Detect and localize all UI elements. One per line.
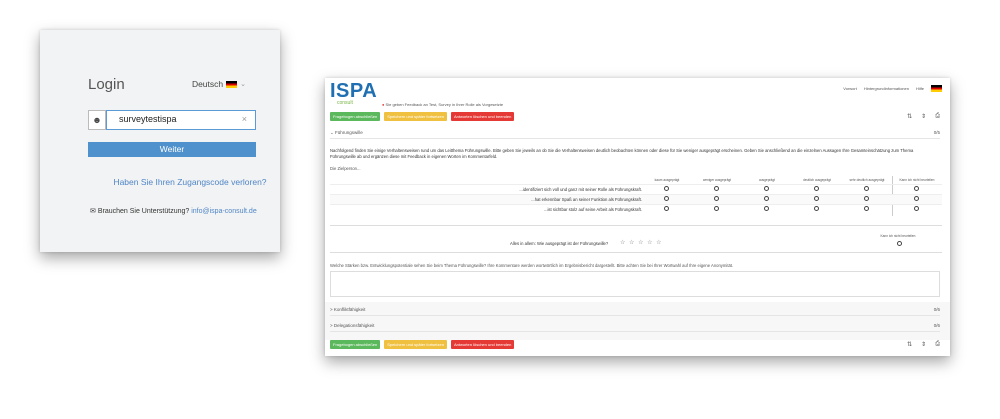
radio-option[interactable] (664, 196, 669, 201)
top-toolbar: ⇅ ⇕ ⎙ (907, 113, 940, 120)
section-konfliktfaehigkeit[interactable]: > Konfliktfähigkeit 0/6 (330, 307, 940, 316)
finish-button[interactable]: Fragebogen abschließen (330, 112, 381, 121)
top-link-vorwort[interactable]: Vorwort (843, 86, 857, 91)
radio-option[interactable] (864, 196, 869, 201)
radio-option[interactable] (814, 186, 819, 191)
section-score: 0/5 (933, 130, 940, 135)
statement-label: ...hat erkennbar Spaß an seiner Funktion… (531, 197, 642, 202)
col-header: Kann ich nicht beurteilen (899, 178, 935, 182)
bottom-toolbar: ⇅ ⇕ ⎙ (907, 341, 940, 348)
info-icon: ● (382, 102, 385, 107)
username-row: ☻ surveytestispa × (88, 110, 256, 130)
bottom-button-bar: Fragebogen abschließen Speichern und spä… (330, 340, 515, 349)
radio-option[interactable] (914, 186, 919, 191)
section-score: 0/6 (933, 323, 940, 328)
refresh-icon[interactable]: ⇅ (907, 113, 912, 120)
section-title: Konfliktfähigkeit (333, 307, 366, 312)
german-flag-icon (226, 80, 238, 88)
radio-option[interactable] (664, 206, 669, 211)
radio-option[interactable] (914, 196, 919, 201)
section-title: Führungswille (335, 130, 363, 135)
user-icon: ☻ (88, 110, 106, 130)
radio-option[interactable] (814, 196, 819, 201)
expand-icon[interactable]: ⇕ (921, 341, 926, 348)
german-flag-icon[interactable] (931, 85, 942, 92)
person-label: Die Zielperson... (330, 166, 361, 171)
login-title: Login (88, 76, 125, 93)
radio-option[interactable] (764, 186, 769, 191)
support-line: ✉ Brauchen Sie Unterstützung? info@ispa-… (90, 207, 257, 215)
section-delegationsfaehigkeit[interactable]: > Delegationsfähigkeit 0/6 (330, 323, 940, 332)
survey-window: ISPA consult ● Sie geben Feedback an Tes… (325, 78, 950, 356)
support-email-link[interactable]: info@ispa-consult.de (191, 208, 256, 215)
overall-rating: Kann ich nicht beurteilen Alles in allem… (330, 225, 942, 253)
save-later-button[interactable]: Speichern und später fortsetzen (384, 112, 447, 121)
language-selector[interactable]: Deutsch ⌄ (192, 79, 246, 89)
print-icon[interactable]: ⎙ (935, 341, 940, 348)
top-link-background[interactable]: Hintergrundinformationen (864, 86, 909, 91)
chevron-down-icon: ⌄ (240, 81, 246, 88)
finish-button[interactable]: Fragebogen abschließen (330, 340, 381, 349)
envelope-icon: ✉ (90, 208, 96, 215)
chevron-down-icon: ⌄ (330, 130, 334, 135)
login-card: Login Deutsch ⌄ ☻ surveytestispa × Weite… (40, 30, 280, 252)
delete-send-button[interactable]: Antworten löschen und beenden (450, 340, 515, 349)
ispa-logo: ISPA (330, 80, 378, 102)
statement-label: ...identifiziert sich voll und ganz mit … (519, 187, 642, 192)
header-info-text: Sie geben Feedback an Test, Survey in Ih… (385, 102, 504, 107)
refresh-icon[interactable]: ⇅ (907, 341, 912, 348)
language-label: Deutsch (191, 79, 224, 89)
radio-option[interactable] (714, 196, 719, 201)
radio-option[interactable] (897, 241, 902, 246)
table-row: ...ist sichtbar stolz auf seine Arbeit a… (330, 204, 942, 215)
submit-button[interactable]: Weiter (88, 142, 256, 157)
username-input[interactable]: surveytestispa × (106, 110, 256, 130)
intro-text: Nachfolgend finden Sie einige Verhaltens… (330, 148, 914, 159)
chevron-right-icon: > (330, 323, 333, 328)
star-rating[interactable]: ☆ ☆ ☆ ☆ ☆ (620, 239, 663, 246)
comment-question: Welche Stärken bzw. Entwicklungspotentia… (330, 263, 734, 268)
save-later-button[interactable]: Speichern und später fortsetzen (384, 340, 447, 349)
radio-option[interactable] (864, 186, 869, 191)
top-links: Vorwort Hintergrundinformationen Hilfe (843, 85, 942, 92)
print-icon[interactable]: ⎙ (935, 113, 940, 120)
section-title: Delegationsfähigkeit (333, 323, 375, 328)
support-text: Brauchen Sie Unterstützung? (97, 208, 190, 215)
statement-label: ...ist sichtbar stolz auf seine Arbeit a… (544, 207, 642, 212)
top-link-help[interactable]: Hilfe (916, 86, 924, 91)
comment-textarea[interactable] (330, 271, 940, 297)
header-info: ● Sie geben Feedback an Test, Survey in … (382, 102, 503, 107)
radio-option[interactable] (814, 206, 819, 211)
radio-option[interactable] (664, 186, 669, 191)
radio-option[interactable] (714, 206, 719, 211)
radio-option[interactable] (864, 206, 869, 211)
section-fuehrungswille[interactable]: ⌄ Führungswille 0/5 (330, 130, 940, 139)
section-score: 0/6 (933, 307, 940, 312)
expand-icon[interactable]: ⇕ (921, 113, 926, 120)
radio-option[interactable] (764, 206, 769, 211)
chevron-right-icon: > (330, 307, 333, 312)
username-value: surveytestispa (119, 114, 177, 124)
logo-subtitle: consult (337, 100, 353, 106)
clear-icon[interactable]: × (242, 111, 247, 128)
top-button-bar: Fragebogen abschließen Speichern und spä… (330, 112, 515, 121)
cannot-judge-header: Kann ich nicht beurteilen (880, 234, 916, 238)
radio-option[interactable] (914, 206, 919, 211)
lost-code-link[interactable]: Haben Sie Ihren Zugangscode verloren? (110, 177, 270, 187)
radio-option[interactable] (764, 196, 769, 201)
overall-question: Alles in allem: Wie ausgeprägt ist der F… (510, 241, 609, 246)
radio-option[interactable] (714, 186, 719, 191)
delete-send-button[interactable]: Antworten löschen und beenden (450, 112, 515, 121)
